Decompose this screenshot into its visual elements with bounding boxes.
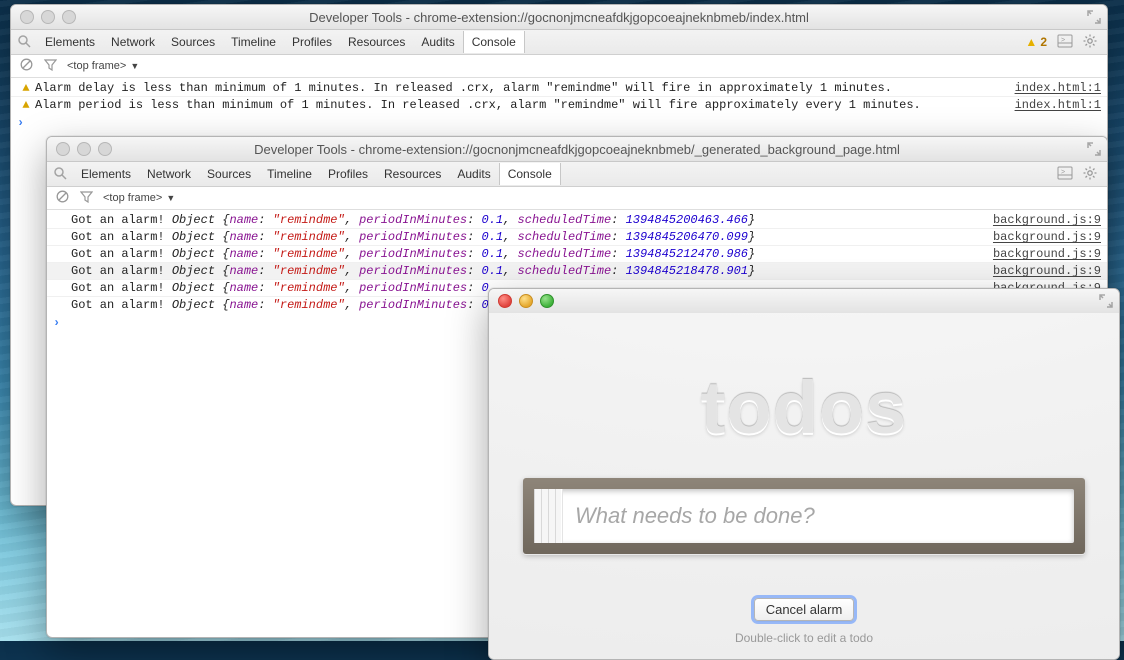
console-log-row: ▲Alarm delay is less than minimum of 1 m… [11, 80, 1107, 96]
chevron-down-icon: ▼ [130, 61, 139, 71]
tab-network[interactable]: Network [139, 163, 199, 185]
close-window-button[interactable] [56, 142, 70, 156]
tab-console[interactable]: Console [499, 163, 561, 185]
warning-icon: ▲ [17, 97, 35, 113]
titlebar[interactable]: Developer Tools - chrome-extension://goc… [47, 137, 1107, 162]
tab-network[interactable]: Network [103, 31, 163, 53]
minimize-window-button[interactable] [77, 142, 91, 156]
log-message: Alarm period is less than minimum of 1 m… [35, 97, 1007, 113]
tab-resources[interactable]: Resources [340, 31, 413, 53]
console-toolbar: <top frame> ▼ [47, 187, 1107, 210]
window-controls [47, 142, 112, 156]
log-message: Got an alarm! Object {name: "remindme", … [71, 229, 985, 245]
console-log-row: Got an alarm! Object {name: "remindme", … [47, 245, 1107, 262]
console-output[interactable]: ▲Alarm delay is less than minimum of 1 m… [11, 78, 1107, 137]
tab-console[interactable]: Console [463, 31, 525, 53]
titlebar[interactable]: Developer Tools - chrome-extension://goc… [11, 5, 1107, 30]
minimize-window-button[interactable] [519, 294, 533, 308]
fullscreen-icon[interactable] [1099, 294, 1113, 308]
minimize-window-button[interactable] [41, 10, 55, 24]
cancel-alarm-button[interactable]: Cancel alarm [754, 598, 855, 621]
toggle-drawer-icon[interactable]: >_ [1057, 34, 1073, 51]
devtools-tabbar: ElementsNetworkSourcesTimelineProfilesRe… [47, 162, 1107, 187]
window-title: Developer Tools - chrome-extension://goc… [47, 142, 1107, 157]
tab-elements[interactable]: Elements [73, 163, 139, 185]
tab-timeline[interactable]: Timeline [223, 31, 284, 53]
chevron-down-icon: ▼ [166, 193, 175, 203]
frame-selector-label: <top frame> [103, 192, 162, 204]
toggle-drawer-icon[interactable]: >_ [1057, 166, 1073, 183]
fullscreen-icon[interactable] [1087, 142, 1101, 156]
inspect-icon[interactable] [51, 166, 69, 183]
log-source-link[interactable]: background.js:9 [993, 212, 1101, 228]
filter-icon[interactable] [43, 58, 57, 74]
log-source-link[interactable]: background.js:9 [993, 229, 1101, 245]
devtools-tabs: ElementsNetworkSourcesTimelineProfilesRe… [37, 31, 525, 53]
log-source-link[interactable]: background.js:9 [993, 263, 1101, 279]
warning-count-badge[interactable]: ▲ 2 [1025, 35, 1047, 49]
filter-icon[interactable] [79, 190, 93, 206]
clear-console-icon[interactable] [55, 190, 69, 206]
console-toolbar: <top frame> ▼ [11, 55, 1107, 78]
devtools-tabbar: ElementsNetworkSourcesTimelineProfilesRe… [11, 30, 1107, 55]
tab-profiles[interactable]: Profiles [320, 163, 376, 185]
close-window-button[interactable] [20, 10, 34, 24]
new-todo-panel [523, 478, 1085, 554]
edit-hint-text: Double-click to edit a todo [735, 631, 873, 645]
tab-audits[interactable]: Audits [449, 163, 498, 185]
tab-timeline[interactable]: Timeline [259, 163, 320, 185]
frame-selector-label: <top frame> [67, 60, 126, 72]
prompt-caret-icon: › [53, 316, 60, 330]
prompt-caret-icon: › [17, 116, 24, 130]
window-title: Developer Tools - chrome-extension://goc… [11, 10, 1107, 25]
titlebar[interactable] [489, 289, 1119, 314]
zoom-window-button[interactable] [98, 142, 112, 156]
log-source-link[interactable]: index.html:1 [1015, 80, 1101, 96]
settings-icon[interactable] [1083, 166, 1097, 183]
inspect-icon[interactable] [15, 34, 33, 51]
console-log-row: Got an alarm! Object {name: "remindme", … [47, 262, 1107, 279]
log-message: Got an alarm! Object {name: "remindme", … [71, 263, 985, 279]
console-log-row: Got an alarm! Object {name: "remindme", … [47, 228, 1107, 245]
new-todo-input-wrapper [534, 489, 1074, 543]
svg-text:>_: >_ [1061, 37, 1069, 44]
todos-app-window: todos Cancel alarm Double-click to edit … [488, 288, 1120, 660]
zoom-window-button[interactable] [540, 294, 554, 308]
warning-count: 2 [1040, 35, 1047, 49]
log-message: Got an alarm! Object {name: "remindme", … [71, 212, 985, 228]
window-controls [489, 294, 554, 308]
frame-selector[interactable]: <top frame> ▼ [67, 60, 139, 72]
window-controls [11, 10, 76, 24]
frame-selector[interactable]: <top frame> ▼ [103, 192, 175, 204]
tab-resources[interactable]: Resources [376, 163, 449, 185]
log-message: Alarm delay is less than minimum of 1 mi… [35, 80, 1007, 96]
log-message: Got an alarm! Object {name: "remindme", … [71, 246, 985, 262]
console-log-row: ▲Alarm period is less than minimum of 1 … [11, 96, 1107, 113]
todos-body: todos Cancel alarm Double-click to edit … [489, 313, 1119, 659]
fullscreen-icon[interactable] [1087, 10, 1101, 24]
tab-sources[interactable]: Sources [163, 31, 223, 53]
new-todo-input[interactable] [563, 489, 1074, 543]
log-source-link[interactable]: index.html:1 [1015, 97, 1101, 113]
tab-sources[interactable]: Sources [199, 163, 259, 185]
app-heading: todos [701, 365, 907, 450]
zoom-window-button[interactable] [62, 10, 76, 24]
devtools-tabs: ElementsNetworkSourcesTimelineProfilesRe… [73, 163, 561, 185]
tab-elements[interactable]: Elements [37, 31, 103, 53]
console-prompt[interactable]: › [11, 113, 1107, 133]
warning-icon: ▲ [1025, 35, 1037, 49]
clear-console-icon[interactable] [19, 58, 33, 74]
log-source-link[interactable]: background.js:9 [993, 246, 1101, 262]
close-window-button[interactable] [498, 294, 512, 308]
svg-text:>_: >_ [1061, 169, 1069, 176]
settings-icon[interactable] [1083, 34, 1097, 51]
tab-audits[interactable]: Audits [413, 31, 462, 53]
notebook-binding-decoration [534, 489, 563, 543]
tab-profiles[interactable]: Profiles [284, 31, 340, 53]
console-log-row: Got an alarm! Object {name: "remindme", … [47, 212, 1107, 228]
warning-icon: ▲ [17, 80, 35, 96]
